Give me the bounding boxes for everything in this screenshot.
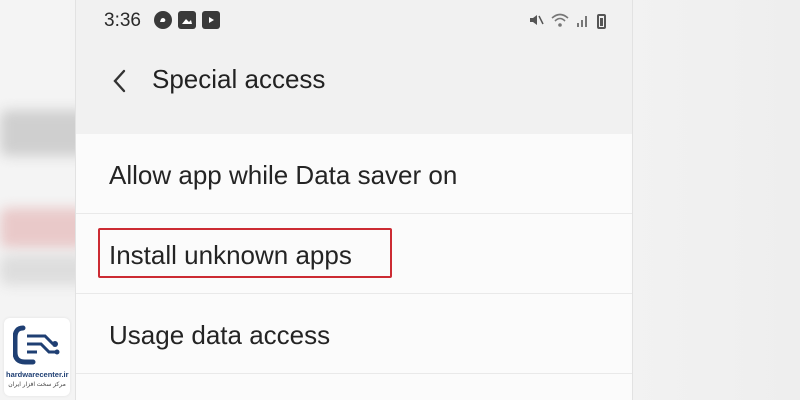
page-title: Special access [152, 64, 326, 94]
watermark-name: hardwarecenter.ir [6, 370, 69, 379]
list-item-label: Usage data access [109, 320, 331, 350]
mute-icon [528, 12, 544, 31]
list-item-partial[interactable] [76, 374, 632, 400]
list-item-data-saver[interactable]: Allow app while Data saver on [76, 134, 632, 214]
status-time: 3:36 [104, 10, 141, 31]
watermark-logo: hardwarecenter.ir مرکز سخت افزار ایران [4, 318, 70, 396]
wifi-icon [551, 12, 569, 31]
signal-icon [576, 12, 590, 31]
youtube-icon [202, 11, 220, 29]
status-bar: 3:36 [76, 0, 632, 44]
chevron-left-icon [113, 69, 126, 93]
settings-list: Allow app while Data saver on Install un… [76, 134, 632, 400]
list-item-usage-data-access[interactable]: Usage data access [76, 294, 632, 374]
list-item-label: Install unknown apps [109, 240, 352, 270]
blurred-background-shape [620, 0, 800, 400]
gallery-icon [178, 11, 196, 29]
battery-icon [597, 14, 606, 29]
list-item-label: Allow app while Data saver on [109, 160, 458, 190]
list-item-install-unknown-apps[interactable]: Install unknown apps [76, 214, 632, 294]
whatsapp-icon [154, 11, 172, 29]
circuit-logo-icon [13, 325, 60, 365]
notification-icons [154, 11, 220, 29]
watermark-subtitle: مرکز سخت افزار ایران [8, 382, 66, 388]
app-header: Special access [76, 44, 632, 134]
phone-screen: 3:36 Special access Allow app while Data… [75, 0, 633, 400]
back-button[interactable] [106, 66, 132, 96]
system-icons [528, 12, 606, 31]
